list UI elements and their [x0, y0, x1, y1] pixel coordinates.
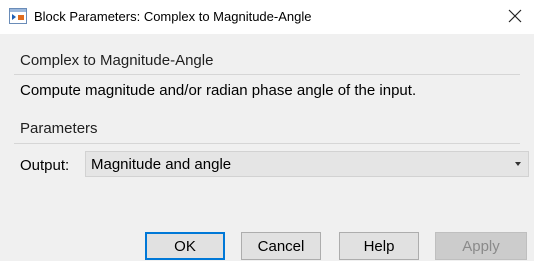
apply-button[interactable]: Apply: [435, 232, 527, 260]
chevron-down-icon: [515, 162, 521, 166]
help-button[interactable]: Help: [339, 232, 419, 260]
close-button[interactable]: [502, 3, 528, 29]
parameters-heading: Parameters: [20, 120, 98, 137]
close-icon: [508, 9, 522, 23]
divider: [14, 74, 520, 75]
cancel-button[interactable]: Cancel: [241, 232, 321, 260]
output-label: Output:: [20, 157, 70, 174]
simulink-block-icon: [9, 8, 27, 24]
ok-button[interactable]: OK: [145, 232, 225, 260]
divider: [14, 143, 520, 144]
output-dropdown-value: Magnitude and angle: [91, 156, 232, 173]
output-dropdown[interactable]: Magnitude and angle: [85, 151, 529, 177]
title-bar: Block Parameters: Complex to Magnitude-A…: [0, 0, 534, 34]
dialog-content: Complex to Magnitude-Angle Compute magni…: [0, 34, 534, 261]
block-description: Compute magnitude and/or radian phase an…: [20, 82, 417, 99]
window-title: Block Parameters: Complex to Magnitude-A…: [34, 9, 312, 24]
block-name-heading: Complex to Magnitude-Angle: [20, 52, 214, 69]
